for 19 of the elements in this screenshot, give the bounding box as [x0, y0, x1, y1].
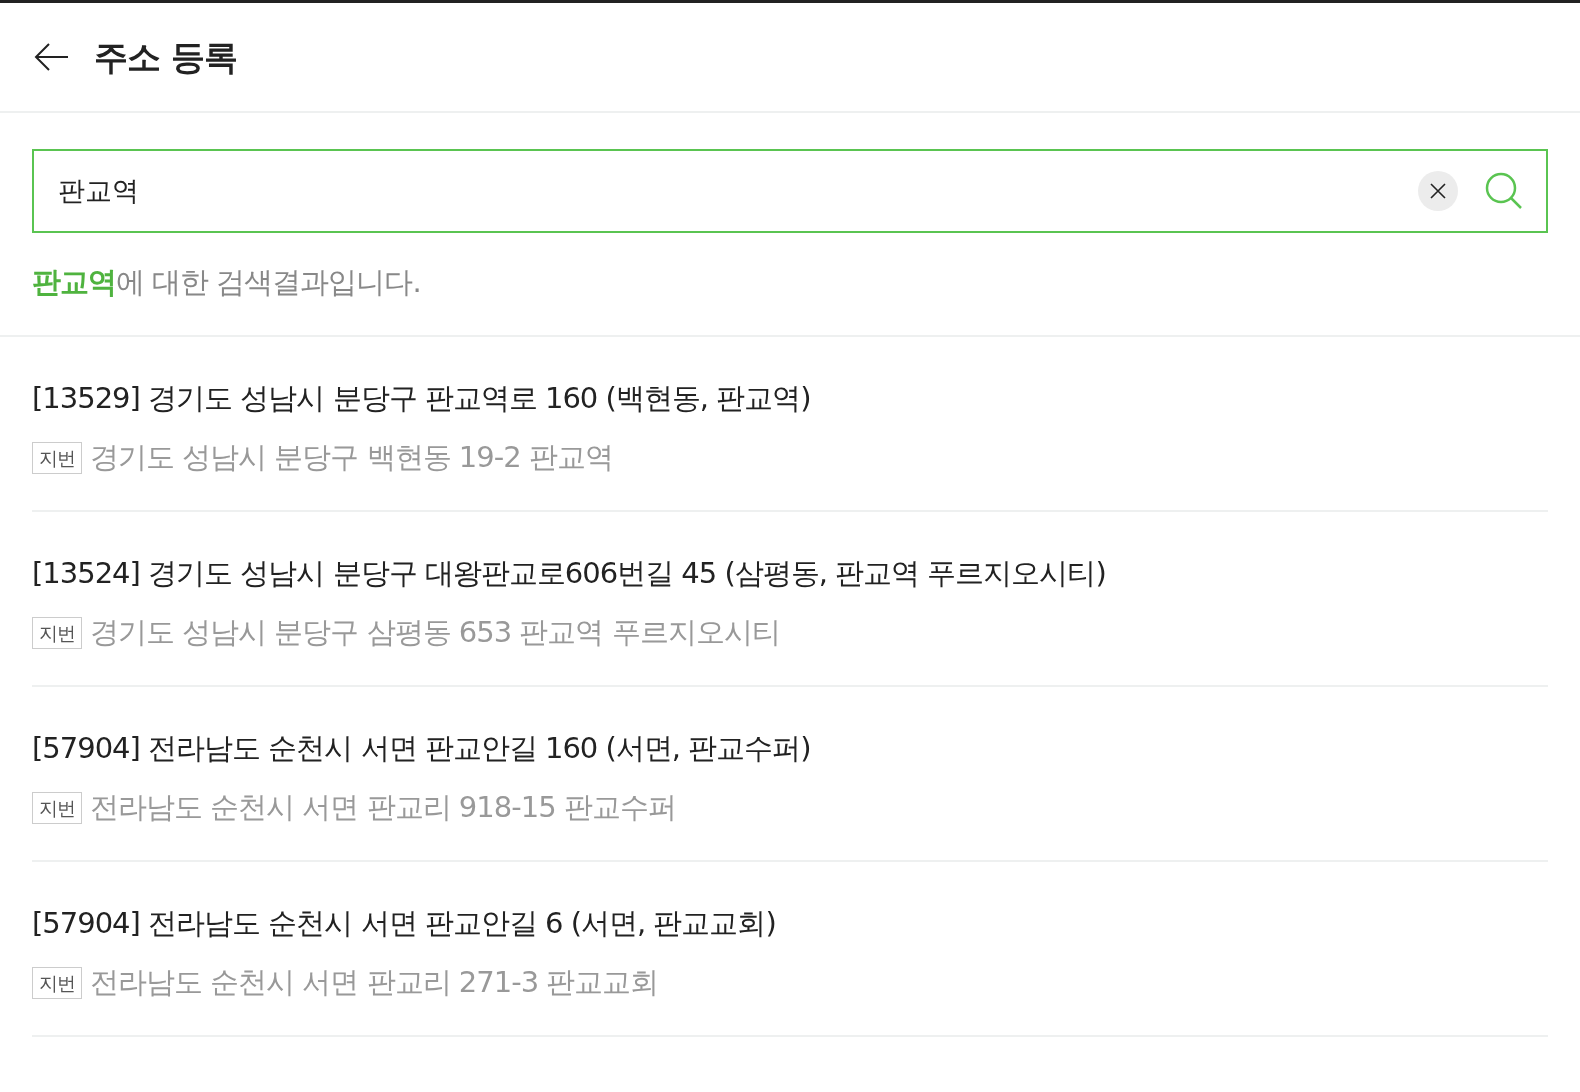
clear-button[interactable] — [1418, 171, 1458, 211]
lot-address: 전라남도 순천시 서면 판교리 918-15 판교수퍼 — [90, 789, 676, 826]
road-address[interactable]: [13529] 경기도 성남시 분당구 판교역로 160 (백현동, 판교역) — [32, 376, 1548, 420]
search-result-message: 판교역에 대한 검색결과입니다. — [32, 264, 422, 301]
lot-badge: 지번 — [32, 791, 82, 824]
lot-address: 경기도 성남시 분당구 삼평동 653 판교역 푸르지오시티 — [90, 614, 780, 651]
lot-address: 전라남도 순천시 서면 판교리 271-3 판교교회 — [90, 964, 659, 1001]
lot-address: 경기도 성남시 분당구 백현동 19-2 판교역 — [90, 439, 613, 476]
lot-badge: 지번 — [32, 441, 82, 474]
road-address[interactable]: [57904] 전라남도 순천시 서면 판교안길 160 (서면, 판교수퍼) — [32, 726, 1548, 770]
search-field[interactable]: 판교역 — [32, 149, 1548, 233]
lot-badge: 지번 — [32, 616, 82, 649]
search-input[interactable]: 판교역 — [58, 170, 1392, 212]
page-title: 주소 등록 — [94, 35, 237, 79]
lot-badge: 지번 — [32, 966, 82, 999]
road-address[interactable]: [57904] 전라남도 순천시 서면 판교안길 6 (서면, 판교교회) — [32, 901, 1548, 945]
road-address[interactable]: [13524] 경기도 성남시 분당구 대왕판교로606번길 45 (삼평동, 판교역 푸르지오시티) — [32, 551, 1548, 595]
back-arrow-icon[interactable] — [34, 42, 70, 72]
close-icon — [1429, 182, 1447, 200]
